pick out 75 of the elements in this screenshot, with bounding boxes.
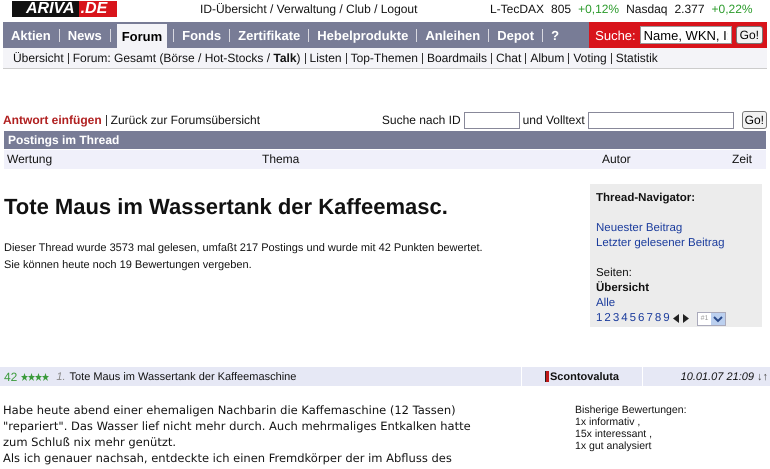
- all-link[interactable]: Alle: [596, 297, 616, 309]
- navigator-link[interactable]: Letzter gelesener Beitrag: [596, 237, 724, 249]
- subnav-link[interactable]: Voting: [573, 51, 607, 65]
- rating-entry: Bisherige Bewertungen:: [575, 404, 686, 416]
- subnav-link[interactable]: Chat: [496, 51, 522, 65]
- ticker-value: 2.377: [674, 2, 705, 16]
- subnav-link[interactable]: Boardmails: [426, 51, 487, 65]
- page-link[interactable]: 4: [621, 311, 628, 326]
- go-button[interactable]: Go!: [742, 111, 767, 129]
- subnav-link[interactable]: Listen: [310, 51, 342, 65]
- subnav-link[interactable]: Statistik: [616, 51, 658, 65]
- author-status-icon: [544, 371, 549, 382]
- subnav-link[interactable]: Forum: Gesamt (Börse / Hot-Stocks / Talk): [72, 51, 301, 65]
- page-link[interactable]: 3: [612, 311, 620, 326]
- reply-link[interactable]: Antwort einfügen: [3, 113, 102, 127]
- post-time: 10.01.07 21:09: [680, 370, 754, 382]
- nav-tab[interactable]: Hebelprodukte: [315, 22, 410, 48]
- page-link[interactable]: 8: [654, 311, 662, 326]
- section-header: Postings im Thread: [4, 131, 766, 149]
- back-link[interactable]: Zurück zur Forumsübersicht: [110, 113, 260, 127]
- column-header: Zeit: [732, 152, 752, 167]
- ticker-change: +0,12%: [578, 2, 620, 16]
- fulltext-label: und Volltext: [522, 113, 585, 127]
- ticker-value: 805: [551, 2, 572, 16]
- post-text: Habe heute abend einer ehemaligen Nachbarin die Kaffemaschine (12 Tassen): [3, 402, 457, 418]
- rating-entry: 1x gut analysiert: [575, 440, 652, 452]
- nav-tab[interactable]: Fonds: [180, 22, 224, 48]
- rating-score: 42: [4, 370, 18, 384]
- account-links[interactable]: ID-Übersicht / Verwaltung / Club / Logout: [200, 2, 418, 16]
- overview-link[interactable]: Übersicht: [596, 282, 650, 294]
- prev-next-icon[interactable]: [672, 314, 689, 323]
- fulltext-field[interactable]: [588, 112, 734, 128]
- post-text: zum Schluß nix mehr genützt.: [3, 434, 178, 450]
- page-link[interactable]: 9: [663, 311, 670, 326]
- nav-tab[interactable]: Forum: [116, 24, 168, 48]
- search-field[interactable]: Name, WKN, I:: [640, 26, 732, 44]
- id-field[interactable]: [464, 112, 520, 128]
- post-text: "repariert". Das Wasser lief nicht mehr durch. Auch mehrmaliges Entkalken hatte: [3, 418, 472, 434]
- id-search-label: Suche nach ID: [382, 113, 461, 127]
- subnav-link[interactable]: Top-Themen: [350, 51, 418, 65]
- column-header: Autor: [602, 152, 632, 167]
- post-title[interactable]: Tote Maus im Wassertank der Kaffeemaschine: [70, 370, 296, 382]
- navigator-title: Thread-Navigator:: [596, 191, 696, 206]
- thread-info: Sie können heute noch 19 Bewertungen vergeben.: [4, 258, 253, 273]
- subnav-link[interactable]: Album: [530, 51, 564, 65]
- ticker-name[interactable]: Nasdaq: [626, 2, 668, 16]
- nav-tab[interactable]: ?: [549, 22, 562, 48]
- ticker-change: +0,22%: [712, 2, 753, 16]
- page-link[interactable]: 1: [596, 311, 602, 326]
- ticker-name[interactable]: L-TecDAX: [490, 2, 544, 16]
- pages-label: Seiten:: [596, 267, 632, 279]
- nav-tab[interactable]: Aktien: [9, 22, 53, 48]
- post-text: Als ich genauer nachsah, entdeckte ich einen Fremdkörper der im Abfluss des: [3, 450, 453, 466]
- site-logo[interactable]: ARIVA .DE: [12, 1, 160, 17]
- nav-tab[interactable]: Zertifikate: [236, 22, 302, 48]
- post-number: 1.: [56, 370, 66, 382]
- subnav-link[interactable]: Übersicht: [13, 51, 64, 65]
- page-link[interactable]: 6: [638, 311, 644, 326]
- navigation-arrows[interactable]: ↓↑: [757, 370, 768, 382]
- page-link[interactable]: 5: [630, 311, 636, 326]
- navigator-link[interactable]: Neuester Beitrag: [596, 222, 682, 234]
- page-link[interactable]: 7: [646, 311, 653, 326]
- column-header: Wertung: [7, 152, 54, 167]
- page-link[interactable]: 2: [604, 311, 611, 326]
- rating-entry: 15x interessant ,: [575, 428, 654, 440]
- nav-tab[interactable]: News: [66, 22, 104, 48]
- rating-entry: 1x informativ ,: [575, 416, 642, 428]
- dropdown-icon[interactable]: [711, 312, 726, 324]
- thread-info: Dieser Thread wurde 3573 mal gelesen, umfaßt 217 Postings und wurde mit 42 Punkten bewertet.: [4, 241, 483, 256]
- nav-tab[interactable]: Anleihen: [423, 22, 482, 48]
- nav-tab[interactable]: Depot: [495, 22, 536, 48]
- column-header: Thema: [262, 152, 300, 167]
- search-label: Suche:: [595, 28, 636, 42]
- go-button[interactable]: Go!: [736, 26, 763, 44]
- thread-title: Tote Maus im Wassertank der Kaffeemasc.: [4, 194, 449, 220]
